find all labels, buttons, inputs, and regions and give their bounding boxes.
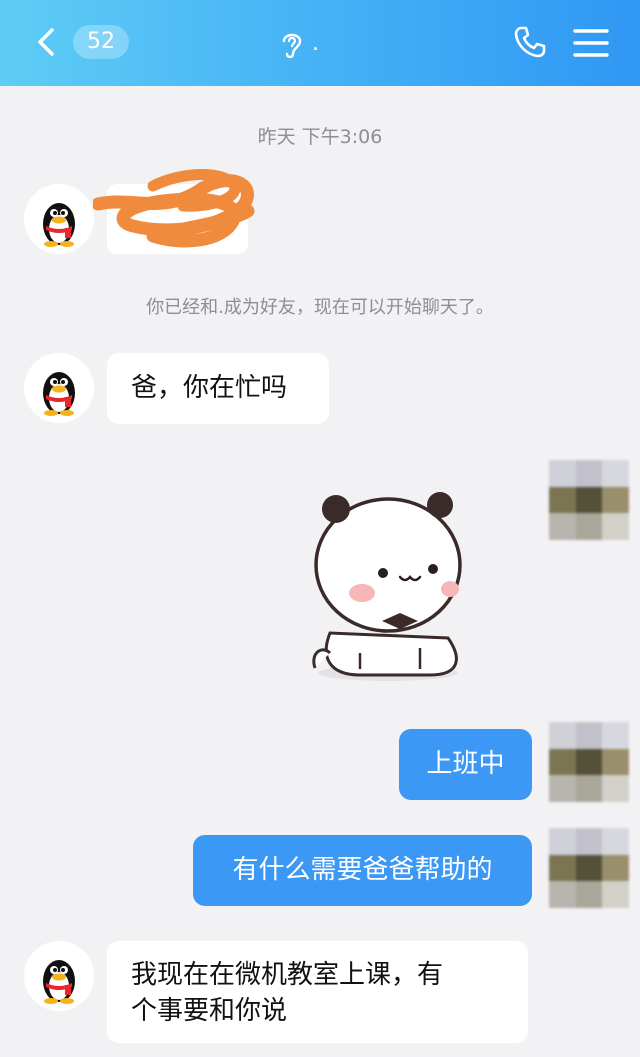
chat-header: 52 . bbox=[0, 0, 640, 86]
unread-count-badge[interactable]: 52 bbox=[73, 25, 129, 59]
ear-icon bbox=[282, 33, 302, 59]
outgoing-message-bubble[interactable]: 上班中 bbox=[399, 729, 532, 800]
panda-bear-sticker[interactable] bbox=[300, 483, 470, 683]
message-line: 我现在在微机教室上课，有 bbox=[131, 960, 444, 990]
contact-avatar[interactable] bbox=[24, 184, 94, 254]
friend-added-notice: 你已经和.成为好友，现在可以开始聊天了。 bbox=[146, 297, 494, 318]
incoming-message-bubble[interactable]: 爸，你在忙吗 bbox=[107, 353, 329, 424]
penguin-avatar-icon bbox=[43, 372, 75, 416]
chat-title-group[interactable]: . bbox=[278, 26, 319, 62]
own-avatar[interactable] bbox=[549, 722, 629, 802]
message-timestamp: 昨天 下午3:06 bbox=[257, 126, 383, 148]
contact-avatar[interactable] bbox=[24, 353, 94, 423]
redaction-scribble bbox=[93, 169, 255, 248]
own-avatar[interactable] bbox=[549, 460, 629, 540]
chevron-left-icon[interactable] bbox=[30, 24, 66, 60]
message-line: 个事要和你说 bbox=[131, 996, 288, 1026]
phone-icon[interactable] bbox=[512, 24, 548, 60]
incoming-message-bubble[interactable]: 我现在在微机教室上课，有 个事要和你说 bbox=[107, 941, 528, 1043]
outgoing-message-bubble[interactable]: 有什么需要爸爸帮助的 bbox=[193, 835, 532, 906]
own-avatar[interactable] bbox=[549, 828, 629, 908]
chat-title: . bbox=[312, 31, 319, 56]
contact-avatar[interactable] bbox=[24, 941, 94, 1011]
penguin-avatar-icon bbox=[43, 960, 75, 1004]
hamburger-menu-icon[interactable] bbox=[572, 26, 610, 60]
penguin-avatar-icon bbox=[43, 203, 75, 247]
